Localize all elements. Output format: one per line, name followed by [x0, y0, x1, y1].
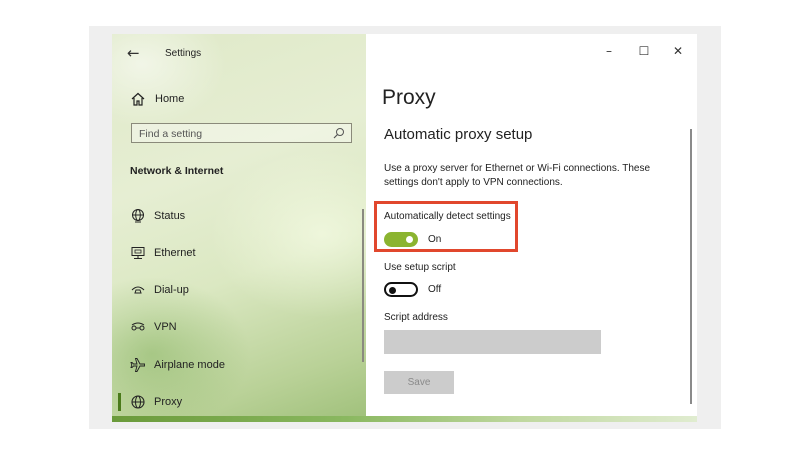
auto-detect-toggle[interactable] [384, 232, 418, 247]
settings-window: ← Settings Home Find a setting Network &… [112, 34, 697, 422]
maximize-button[interactable]: ☐ [629, 44, 659, 64]
dialup-phone-icon [131, 286, 145, 294]
sidebar-item-status[interactable]: Status [112, 201, 366, 231]
toggle-knob [389, 286, 396, 294]
search-input[interactable]: Find a setting [131, 123, 352, 143]
script-address-input[interactable] [384, 330, 601, 354]
sidebar-item-label: Proxy [154, 396, 183, 408]
close-button[interactable]: ✕ [663, 44, 693, 64]
auto-detect-state: On [428, 234, 442, 245]
title-bar: ← Settings [112, 34, 366, 74]
setup-script-toggle[interactable] [384, 282, 418, 297]
sidebar-item-ethernet[interactable]: Ethernet [112, 238, 366, 268]
home-nav-item[interactable]: Home [130, 90, 330, 110]
globe-proxy-icon [131, 395, 145, 409]
vpn-icon [131, 322, 145, 331]
background-leaf-decoration-bottom [112, 416, 697, 422]
auto-detect-label: Automatically detect settings [384, 211, 511, 222]
airplane-icon [130, 358, 145, 372]
sidebar-item-label: Airplane mode [154, 359, 225, 371]
section-header: Network & Internet [130, 165, 224, 177]
sidebar: ← Settings Home Find a setting Network &… [112, 34, 366, 422]
toggle-knob [406, 236, 413, 243]
ethernet-monitor-icon [131, 247, 145, 259]
app-title: Settings [165, 48, 202, 59]
globe-status-icon [132, 209, 144, 223]
home-icon [131, 92, 145, 106]
sidebar-item-proxy[interactable]: Proxy [112, 387, 366, 417]
search-icon [333, 128, 344, 139]
main-content: – ☐ ✕ Proxy Automatic proxy setup Use a … [366, 34, 697, 422]
search-placeholder: Find a setting [139, 128, 203, 140]
sidebar-item-airplane-mode[interactable]: Airplane mode [112, 350, 366, 380]
script-address-label: Script address [384, 312, 448, 323]
sidebar-item-label: Ethernet [154, 247, 196, 259]
minimize-button[interactable]: – [594, 44, 624, 64]
sidebar-scrollbar[interactable] [362, 209, 364, 362]
save-button[interactable]: Save [384, 371, 454, 394]
selected-indicator [118, 393, 121, 411]
back-arrow-icon[interactable]: ← [127, 44, 141, 62]
main-scrollbar[interactable] [690, 129, 692, 404]
sidebar-item-label: Status [154, 210, 186, 222]
sidebar-item-dial-up[interactable]: Dial-up [112, 275, 366, 305]
page-title: Proxy [382, 86, 436, 109]
section-title: Automatic proxy setup [384, 126, 533, 143]
home-label: Home [155, 93, 185, 105]
description-text: Use a proxy server for Ethernet or Wi-Fi… [384, 163, 651, 188]
sidebar-item-vpn[interactable]: VPN [112, 312, 366, 342]
sidebar-item-label: VPN [154, 321, 177, 333]
sidebar-item-label: Dial-up [154, 284, 189, 296]
setup-script-state: Off [428, 284, 442, 295]
setup-script-label: Use setup script [384, 262, 456, 273]
